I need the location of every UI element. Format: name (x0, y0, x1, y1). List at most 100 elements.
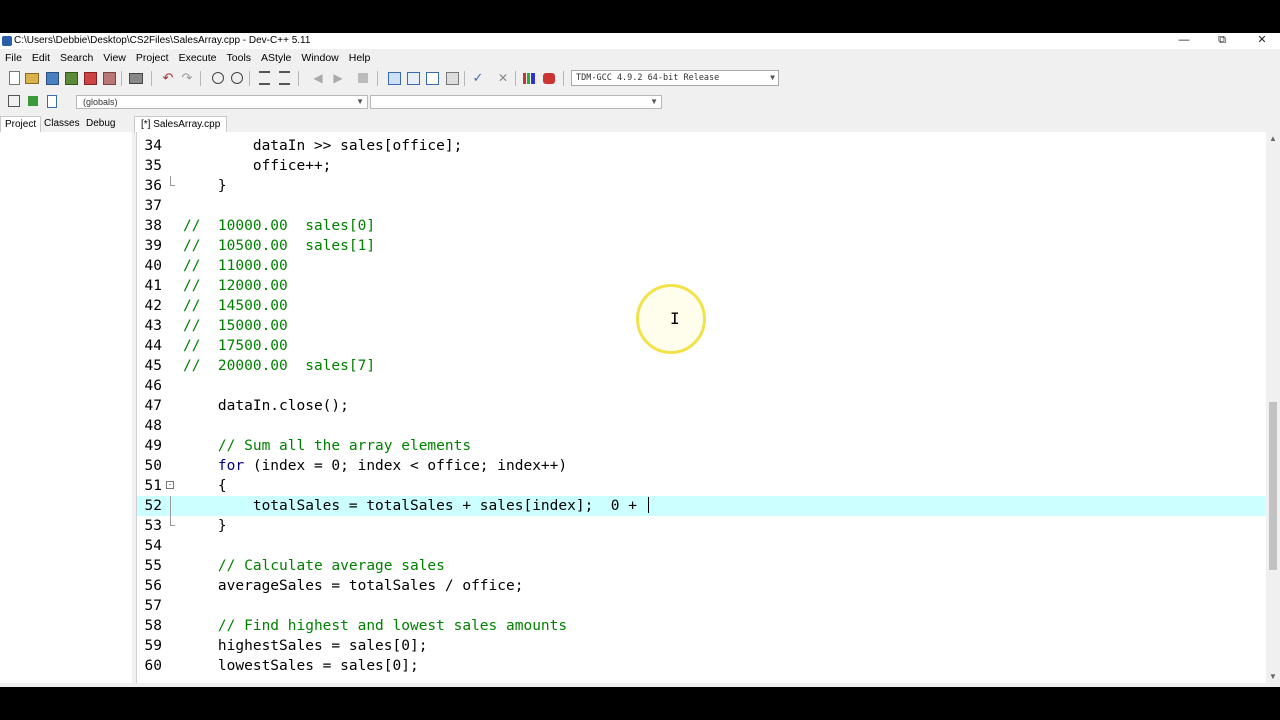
menu-file[interactable]: File (0, 51, 27, 65)
new-file-icon[interactable] (6, 70, 22, 86)
line-number: 49 (144, 438, 162, 454)
code-line[interactable]: 51- { (137, 476, 1267, 496)
code-line[interactable]: 41 // 12000.00 (137, 276, 1267, 296)
editor-scrollbar[interactable]: ▲ ▼ (1266, 132, 1280, 687)
code-line[interactable]: 48 (137, 416, 1267, 436)
menu-project[interactable]: Project (131, 51, 174, 65)
toggle-icon[interactable] (44, 93, 60, 109)
devcpp-app-icon (2, 36, 12, 46)
toggle-bookmark-icon[interactable]: ◀ (310, 70, 326, 86)
status-bar (0, 683, 1280, 687)
line-number: 45 (144, 358, 162, 374)
code-line[interactable]: 46 (137, 376, 1267, 396)
save-icon[interactable] (44, 70, 60, 86)
code-line[interactable]: 47 dataIn.close(); (137, 396, 1267, 416)
add-to-project-icon[interactable] (405, 70, 421, 86)
code-line[interactable]: 54 (137, 536, 1267, 556)
menu-astyle[interactable]: AStyle (256, 51, 296, 65)
indent-icon[interactable] (256, 70, 272, 86)
code-line[interactable]: 44 // 17500.00 (137, 336, 1267, 356)
line-number: 43 (144, 318, 162, 334)
project-options-icon[interactable] (444, 70, 460, 86)
code-line[interactable]: 53 } (137, 516, 1267, 536)
line-number: 58 (144, 618, 162, 634)
line-number: 53 (144, 518, 162, 534)
print-icon[interactable] (128, 70, 144, 86)
code-line[interactable]: 34 dataIn >> sales[office]; (137, 136, 1267, 156)
code-line[interactable]: 55 // Calculate average sales (137, 556, 1267, 576)
code-editor[interactable]: 34 dataIn >> sales[office]; 35 office++; 3… (136, 132, 1280, 687)
replace-icon[interactable] (229, 70, 245, 86)
code-text: // 11000.00 (183, 258, 288, 274)
goto-icon[interactable] (25, 93, 41, 109)
code-text: // 20000.00 sales[7] (183, 358, 376, 374)
goto-bookmark-icon[interactable]: ▶ (330, 70, 346, 86)
line-number: 37 (144, 198, 162, 214)
scrollbar-thumb[interactable] (1269, 402, 1277, 570)
code-line[interactable]: 38 // 10000.00 sales[0] (137, 216, 1267, 236)
fold-toggle-icon[interactable]: - (166, 481, 174, 489)
minimize-button[interactable]: — (1164, 33, 1204, 49)
code-text: // Calculate average sales (183, 558, 445, 574)
tab-classes[interactable]: Classes (40, 116, 84, 132)
menu-help[interactable]: Help (344, 51, 376, 65)
code-text: // Sum all the array elements (183, 438, 472, 454)
menu-search[interactable]: Search (55, 51, 98, 65)
insert-icon[interactable] (6, 93, 22, 109)
menu-tools[interactable]: Tools (222, 51, 257, 65)
scope-select[interactable]: (globals) ▼ (76, 95, 368, 109)
file-tab-salesarray[interactable]: [*] SalesArray.cpp (134, 116, 228, 133)
code-line[interactable]: 45 // 20000.00 sales[7] (137, 356, 1267, 376)
line-number: 51 (144, 478, 162, 494)
syntax-check-icon[interactable]: ✓ (470, 70, 486, 86)
code-line[interactable]: 39 // 10500.00 sales[1] (137, 236, 1267, 256)
save-all-icon[interactable] (63, 70, 79, 86)
close-all-icon[interactable] (101, 70, 117, 86)
tab-debug[interactable]: Debug (82, 116, 119, 132)
scroll-up-icon[interactable]: ▲ (1266, 134, 1280, 143)
code-line[interactable]: 58 // Find highest and lowest sales amou… (137, 616, 1267, 636)
close-file-icon[interactable] (82, 70, 98, 86)
goto-line-icon[interactable] (355, 70, 371, 86)
code-line[interactable]: 52 totalSales = totalSales + sales[index… (137, 496, 1267, 516)
close-button[interactable]: ✕ (1242, 33, 1280, 49)
code-line[interactable]: 35 office++; (137, 156, 1267, 176)
find-icon[interactable] (210, 70, 226, 86)
menu-view[interactable]: View (98, 51, 131, 65)
menu-edit[interactable]: Edit (27, 51, 55, 65)
open-file-icon[interactable] (24, 70, 40, 86)
code-line[interactable]: 40 // 11000.00 (137, 256, 1267, 276)
code-text: averageSales = totalSales / office; (183, 578, 524, 594)
line-number: 54 (144, 538, 162, 554)
menu-execute[interactable]: Execute (174, 51, 222, 65)
remove-from-project-icon[interactable] (424, 70, 440, 86)
redo-icon[interactable]: ↷ (179, 70, 195, 86)
code-line[interactable]: 59 highestSales = sales[0]; (137, 636, 1267, 656)
debug-icon[interactable] (541, 70, 557, 86)
stop-execution-icon[interactable]: ✕ (495, 70, 511, 86)
unindent-icon[interactable] (276, 70, 292, 86)
code-token: (index = 0; index < office; index++) (244, 458, 568, 474)
code-line[interactable]: 49 // Sum all the array elements (137, 436, 1267, 456)
code-line[interactable]: 56 averageSales = totalSales / office; (137, 576, 1267, 596)
code-line[interactable]: 36 } (137, 176, 1267, 196)
line-number: 41 (144, 278, 162, 294)
code-text: // Find highest and lowest sales amounts (183, 618, 568, 634)
code-line[interactable]: 37 (137, 196, 1267, 216)
compiler-select[interactable]: TDM-GCC 4.9.2 64-bit Release ▼ (571, 70, 779, 86)
new-project-icon[interactable] (386, 70, 402, 86)
tab-project[interactable]: Project (0, 116, 42, 133)
code-line[interactable]: 60 lowestSales = sales[0]; (137, 656, 1267, 676)
member-select[interactable]: ▼ (370, 95, 662, 109)
line-number: 50 (144, 458, 162, 474)
restore-button[interactable]: ⧉ (1202, 33, 1242, 49)
code-text: // 10000.00 sales[0] (183, 218, 376, 234)
undo-icon[interactable]: ↶ (160, 70, 176, 86)
code-line[interactable]: 57 (137, 596, 1267, 616)
chevron-down-icon: ▼ (356, 97, 364, 106)
scroll-down-icon[interactable]: ▼ (1266, 672, 1280, 681)
profile-icon[interactable] (521, 70, 537, 86)
menu-window[interactable]: Window (296, 51, 343, 65)
code-line[interactable]: 50 for (index = 0; index < office; index… (137, 456, 1267, 476)
chevron-down-icon: ▼ (650, 97, 658, 106)
